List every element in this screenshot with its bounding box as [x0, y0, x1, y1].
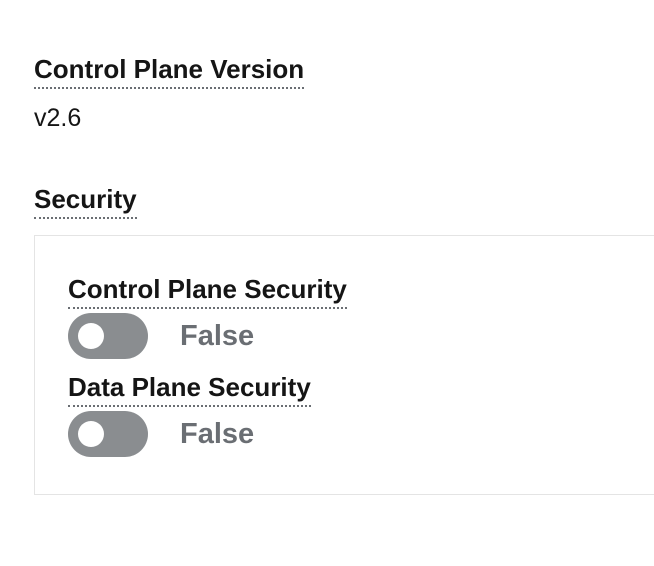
data-plane-security-label: Data Plane Security — [68, 371, 311, 407]
toggle-knob — [78, 421, 104, 447]
toggle-knob — [78, 323, 104, 349]
control-plane-version-value: v2.6 — [34, 104, 82, 132]
control-plane-security-label: Control Plane Security — [68, 273, 347, 309]
control-plane-security-state: False — [180, 320, 255, 352]
data-plane-security-row: False — [68, 411, 254, 457]
security-heading: Security — [34, 183, 137, 219]
data-plane-security-state: False — [180, 418, 255, 450]
data-plane-security-toggle[interactable] — [68, 411, 148, 457]
control-plane-security-row: False — [68, 313, 254, 359]
control-plane-security-toggle[interactable] — [68, 313, 148, 359]
control-plane-version-label: Control Plane Version — [34, 53, 305, 89]
